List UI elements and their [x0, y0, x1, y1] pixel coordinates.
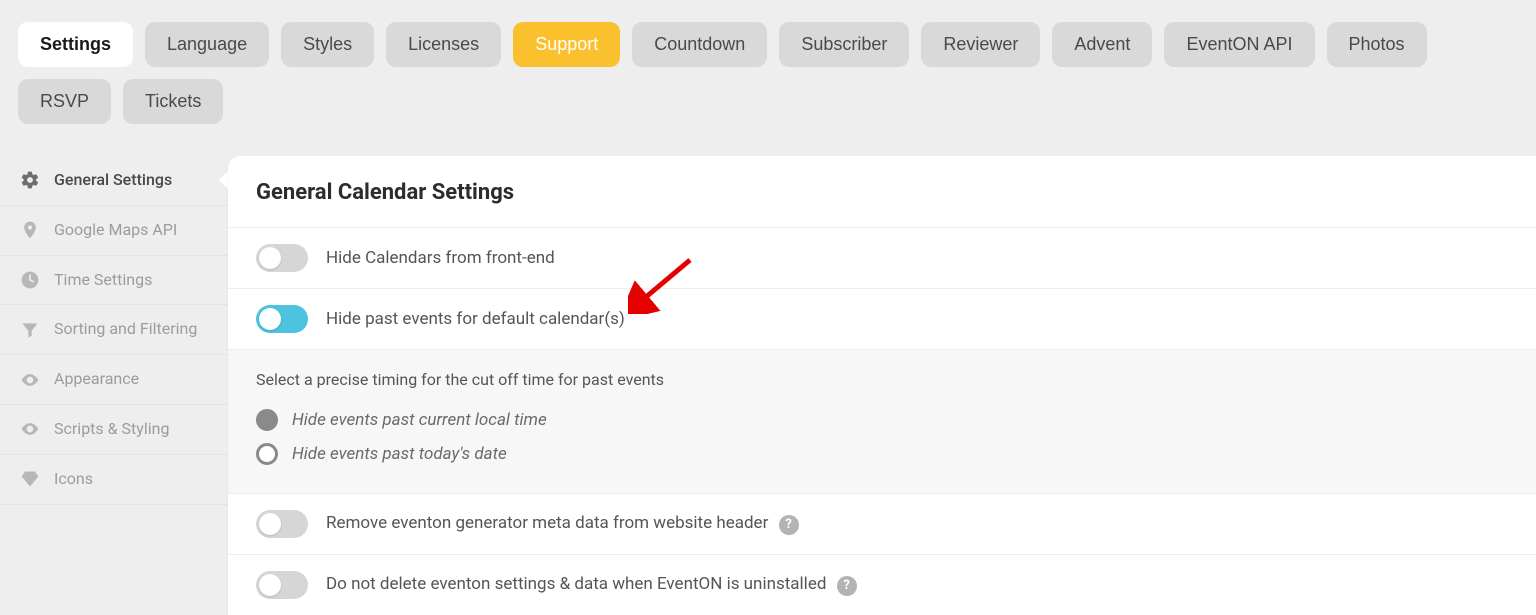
sidebar-item-general-settings[interactable]: General Settings [0, 156, 228, 206]
help-icon[interactable]: ? [837, 576, 857, 596]
sidebar-item-appearance[interactable]: Appearance [0, 355, 228, 405]
sidebar-item-google-maps-api[interactable]: Google Maps API [0, 206, 228, 256]
panel-title: General Calendar Settings [228, 156, 1536, 228]
tab-rsvp[interactable]: RSVP [18, 79, 111, 124]
pin-icon [20, 220, 40, 240]
help-icon[interactable]: ? [779, 515, 799, 535]
tab-eventon-api[interactable]: EventON API [1164, 22, 1314, 67]
sidebar-item-sorting-and-filtering[interactable]: Sorting and Filtering [0, 305, 228, 355]
toggle-label: Remove eventon generator meta data from … [326, 513, 799, 535]
tab-photos[interactable]: Photos [1327, 22, 1427, 67]
tab-subscriber[interactable]: Subscriber [779, 22, 909, 67]
radio-label: Hide events past today's date [292, 444, 507, 464]
toggle-label: Hide past events for default calendar(s) [326, 309, 625, 329]
filter-icon [20, 320, 40, 340]
row-keep-data: Do not delete eventon settings & data wh… [228, 555, 1536, 615]
sidebar-item-label: Google Maps API [54, 220, 177, 241]
sidebar-item-label: General Settings [54, 170, 172, 191]
settings-sidebar: General Settings Google Maps API Time Sett… [0, 156, 228, 615]
sidebar-item-label: Time Settings [54, 270, 152, 291]
diamond-icon [20, 469, 40, 489]
sidebar-item-label: Appearance [54, 369, 139, 390]
sidebar-item-label: Sorting and Filtering [54, 319, 197, 340]
toggle-hide-past[interactable] [256, 305, 308, 333]
tab-reviewer[interactable]: Reviewer [921, 22, 1040, 67]
sidebar-item-icons[interactable]: Icons [0, 455, 228, 505]
toggle-label: Do not delete eventon settings & data wh… [326, 574, 857, 596]
eye-icon [20, 419, 40, 439]
radio-indicator[interactable] [256, 443, 278, 465]
radio-indicator[interactable] [256, 409, 278, 431]
settings-panel: General Calendar Settings Hide Calendars… [228, 156, 1536, 615]
tab-licenses[interactable]: Licenses [386, 22, 501, 67]
radio-label: Hide events past current local time [292, 410, 547, 430]
radio-option-todays-date[interactable]: Hide events past today's date [256, 437, 1508, 471]
sidebar-item-scripts-styling[interactable]: Scripts & Styling [0, 405, 228, 455]
tab-styles[interactable]: Styles [281, 22, 374, 67]
tab-settings[interactable]: Settings [18, 22, 133, 67]
toggle-label: Hide Calendars from front-end [326, 248, 555, 268]
radio-option-current-time[interactable]: Hide events past current local time [256, 403, 1508, 437]
tab-advent[interactable]: Advent [1052, 22, 1152, 67]
tab-support[interactable]: Support [513, 22, 620, 67]
row-remove-meta: Remove eventon generator meta data from … [228, 494, 1536, 555]
sidebar-item-label: Icons [54, 469, 93, 490]
sub-heading: Select a precise timing for the cut off … [256, 370, 1508, 389]
sidebar-item-time-settings[interactable]: Time Settings [0, 256, 228, 306]
tab-countdown[interactable]: Countdown [632, 22, 767, 67]
toggle-remove-meta[interactable] [256, 510, 308, 538]
toggle-hide-calendars[interactable] [256, 244, 308, 272]
gear-icon [20, 170, 40, 190]
tab-tickets[interactable]: Tickets [123, 79, 223, 124]
row-hide-past: Hide past events for default calendar(s) [228, 289, 1536, 350]
top-tabs: Settings Language Styles Licenses Support Cou… [0, 0, 1536, 134]
row-past-cutoff: Select a precise timing for the cut off … [228, 350, 1536, 494]
clock-icon [20, 270, 40, 290]
eye-icon [20, 370, 40, 390]
tab-language[interactable]: Language [145, 22, 269, 67]
sidebar-item-label: Scripts & Styling [54, 419, 169, 440]
row-hide-calendars: Hide Calendars from front-end [228, 228, 1536, 289]
